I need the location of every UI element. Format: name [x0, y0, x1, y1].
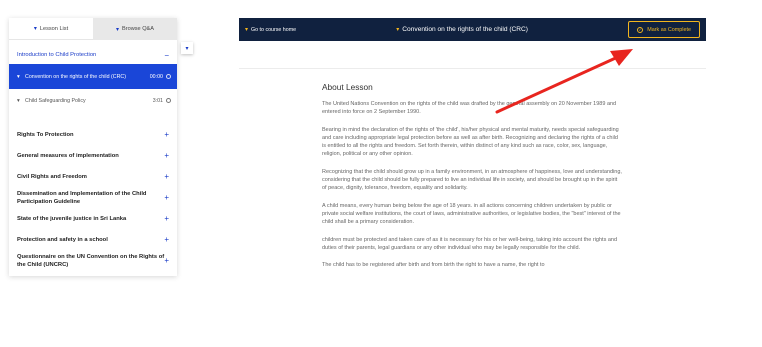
- section-label: State of the juvenile justice in Sri Lan…: [17, 215, 127, 222]
- section-label: Dissemination and Implementation of the …: [17, 190, 147, 205]
- expand-icon[interactable]: +: [164, 172, 169, 181]
- expand-icon[interactable]: +: [164, 256, 169, 265]
- lesson-header-title: Convention on the rights of the child (C…: [402, 26, 529, 33]
- sidebar-toggle-icon: ▾: [185, 45, 189, 52]
- section-introduction-to-child-protection[interactable]: Introduction to Child Protection −: [9, 48, 177, 62]
- course-home-button[interactable]: ▾ Go to course home: [245, 26, 297, 34]
- section-questionnaire[interactable]: Questionnaire on the UN Convention on th…: [9, 250, 177, 271]
- completion-circle-icon: [166, 74, 171, 79]
- lesson-type-icon: ▾: [17, 73, 20, 80]
- lesson-item-safeguarding[interactable]: ▾ Child Safeguarding Policy 3:01: [9, 89, 177, 112]
- course-home-icon: ▾: [245, 27, 249, 33]
- lesson-header: ▾ Go to course home ▾ Convention on the …: [239, 18, 706, 41]
- course-home-label: Go to course home: [251, 26, 297, 33]
- lesson-title: Child Safeguarding Policy: [25, 97, 86, 104]
- expand-icon[interactable]: +: [164, 130, 169, 139]
- sidebar-tabs: ▾ Lesson List ▾ Browse Q&A: [9, 18, 177, 40]
- section-civil-rights[interactable]: Civil Rights and Freedom +: [9, 166, 177, 187]
- lesson-duration: 3:01: [152, 97, 163, 104]
- lesson-paragraph: The United Nations Convention on the rig…: [322, 101, 617, 116]
- section-label: Rights To Protection: [17, 131, 74, 138]
- tab-browse-qa[interactable]: ▾ Browse Q&A: [93, 18, 177, 40]
- section-label: General measures of implementation: [17, 152, 119, 159]
- section-label: Introduction to Child Protection: [17, 52, 97, 58]
- about-lesson-heading: About Lesson: [322, 82, 373, 92]
- sidebar-toggle-button[interactable]: ▾: [181, 42, 193, 54]
- section-dissemination[interactable]: Dissemination and Implementation of the …: [9, 187, 177, 208]
- collapse-icon[interactable]: −: [164, 51, 169, 60]
- course-sidebar: ▾ Lesson List ▾ Browse Q&A Introduction …: [9, 18, 177, 276]
- section-general-measures[interactable]: General measures of implementation +: [9, 145, 177, 166]
- mark-complete-label: Mark as Complete: [647, 26, 691, 33]
- expand-icon[interactable]: +: [164, 235, 169, 244]
- tab-lesson-list[interactable]: ▾ Lesson List: [9, 18, 93, 40]
- check-circle-icon: ✓: [637, 26, 644, 33]
- lesson-title: Convention on the rights of the child (C…: [25, 73, 126, 80]
- lesson-paragraph: Recognizing that the child should grow u…: [322, 168, 622, 192]
- lesson-paragraph: Bearing in mind the declaration of the r…: [322, 126, 619, 158]
- expand-icon[interactable]: +: [164, 214, 169, 223]
- lesson-icon: ▾: [33, 26, 37, 32]
- lesson-icon: ▾: [396, 27, 400, 33]
- header-divider: [239, 68, 706, 69]
- tab-label: Browse Q&A: [121, 26, 155, 32]
- lesson-content: About Lesson The United Nations Conventi…: [322, 82, 622, 278]
- lesson-title-header: ▾ Convention on the rights of the child …: [396, 26, 528, 33]
- lesson-paragraph: The child has to be registered after bir…: [322, 262, 545, 269]
- lesson-item-crc[interactable]: ▾ Convention on the rights of the child …: [9, 64, 177, 89]
- lesson-duration: 00:00: [149, 73, 163, 80]
- section-label: Questionnaire on the UN Convention on th…: [17, 253, 165, 268]
- expand-icon[interactable]: +: [164, 151, 169, 160]
- qa-icon: ▾: [115, 26, 119, 33]
- mark-complete-button[interactable]: ✓ Mark as Complete: [628, 21, 700, 38]
- section-juvenile-justice[interactable]: State of the juvenile justice in Sri Lan…: [9, 208, 177, 229]
- section-protection-in-school[interactable]: Protection and safety in a school +: [9, 229, 177, 250]
- expand-icon[interactable]: +: [164, 193, 169, 202]
- lesson-type-icon: ▾: [17, 97, 20, 104]
- lesson-paragraph: A child means, every human being below t…: [322, 202, 621, 226]
- lesson-paragraph: children must be protected and taken car…: [322, 236, 618, 251]
- section-label: Protection and safety in a school: [17, 236, 108, 243]
- section-list: Rights To Protection + General measures …: [9, 124, 177, 271]
- section-rights-to-protection[interactable]: Rights To Protection +: [9, 124, 177, 145]
- tab-label: Lesson List: [39, 25, 69, 32]
- completion-circle-icon: [166, 98, 171, 103]
- section-label: Civil Rights and Freedom: [17, 173, 87, 180]
